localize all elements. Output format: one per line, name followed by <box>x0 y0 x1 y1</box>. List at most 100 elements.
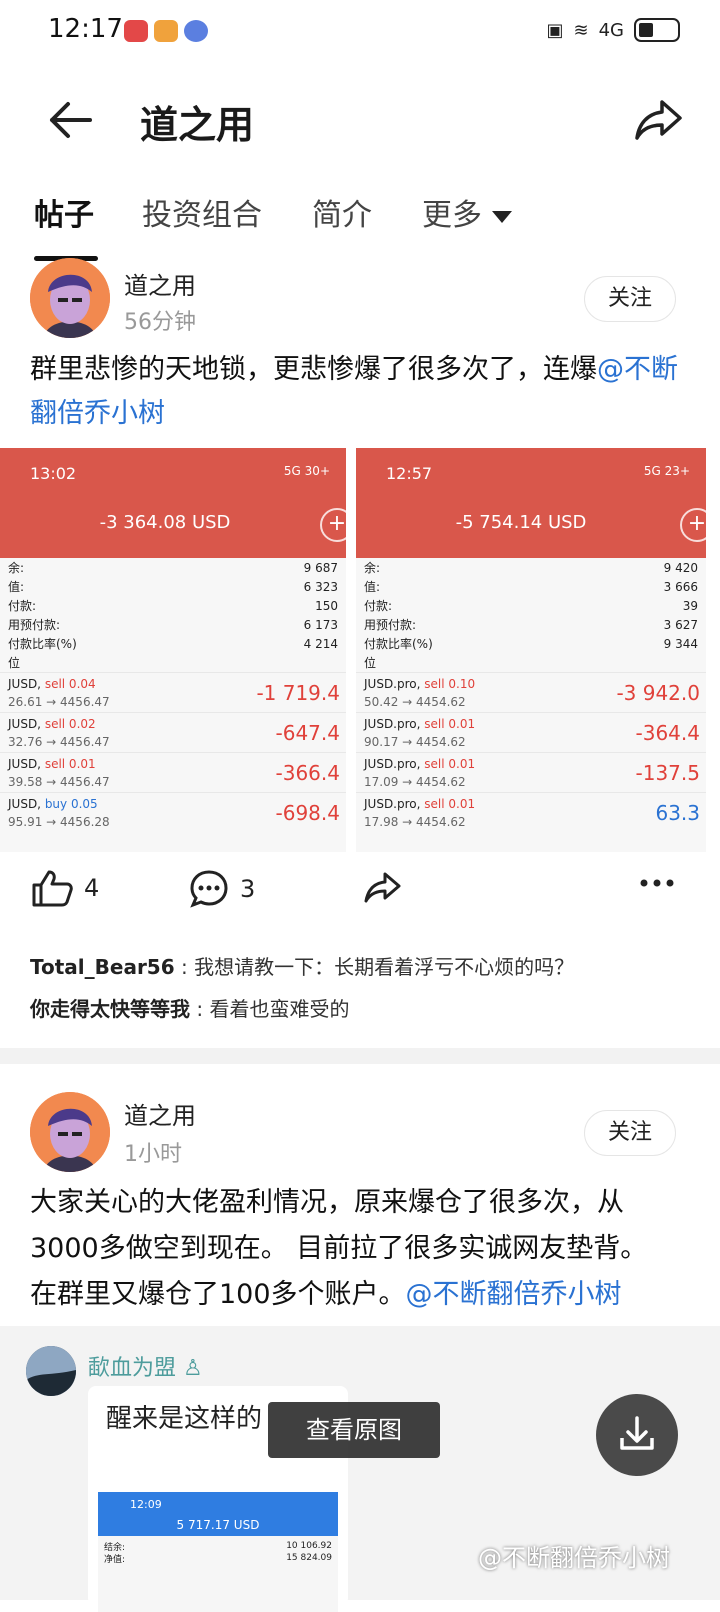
row-label: 值: <box>364 580 381 594</box>
screenshot-amount: -5 754.14 USD <box>455 512 587 533</box>
status-bar: 12:17 ▣ ≋ 4G <box>0 0 720 64</box>
avatar-illustration-icon <box>30 258 110 338</box>
side-text: sell 0.01 <box>44 757 96 771</box>
position-pnl: -698.4 <box>275 801 340 825</box>
symbol-text: JUSD.pro, <box>364 717 425 731</box>
side-text: sell 0.04 <box>44 677 96 691</box>
screenshot-account-rows: 余: 9 687 值: 6 323 付款: 150 用预付款: 6 173 付款比率(%… <box>0 558 346 672</box>
share-button[interactable] <box>630 92 686 148</box>
comment-button[interactable]: 3 <box>188 868 255 910</box>
post-text: 在群里又爆仓了100多个账户。 <box>30 1279 406 1310</box>
position-symbol: JUSD.pro, sell 0.10 <box>364 677 475 691</box>
row-value: 39 <box>682 598 698 613</box>
tab-portfolio[interactable]: 投资组合 <box>142 190 262 234</box>
quoted-phone-screenshot: 12:09 5 717.17 USD 结余: 10 106.92 净值: 15 82… <box>98 1492 338 1612</box>
row-value: 150 <box>315 598 338 613</box>
post-actions: 4 3 <box>0 856 720 916</box>
tab-posts[interactable]: 帖子 <box>34 190 94 234</box>
status-time: 12:17 <box>48 14 123 44</box>
comment-text: 看着也蛮难受的 <box>209 997 350 1021</box>
comment-user[interactable]: 你走得太快等等我 <box>30 997 190 1021</box>
status-app-icons <box>124 20 208 42</box>
position-symbol: JUSD, sell 0.04 <box>8 677 96 691</box>
screenshot-row: 付款比率(%) 4 214 <box>8 634 338 653</box>
symbol-text: JUSD.pro, <box>364 757 425 771</box>
side-text: sell 0.01 <box>424 757 476 771</box>
screenshot-row: 位 <box>8 653 338 672</box>
screenshot-amount: -3 364.08 USD <box>99 512 231 533</box>
screenshot-time: 12:57 <box>386 464 433 483</box>
author-avatar[interactable] <box>30 1092 110 1172</box>
comment-icon <box>190 870 228 908</box>
tab-more-label: 更多 <box>422 198 482 233</box>
position-pnl: -3 942.0 <box>616 681 700 705</box>
download-icon <box>620 1416 654 1450</box>
more-options-button[interactable] <box>640 878 674 888</box>
comment-count: 3 <box>240 875 256 903</box>
quoted-image-caption: 醒来是这样的 <box>106 1404 263 1434</box>
signal-icon: 4G <box>598 19 624 41</box>
music-icon <box>184 20 208 42</box>
position-pnl: 63.3 <box>655 801 700 825</box>
tab-more[interactable]: 更多 <box>422 190 512 234</box>
screenshot-row: 值: 3 666 <box>364 577 698 596</box>
position-symbol: JUSD, buy 0.05 <box>8 797 98 811</box>
download-button[interactable] <box>596 1394 678 1476</box>
row-value: 3 627 <box>663 617 698 632</box>
caret-down-icon <box>492 210 512 223</box>
page-title: 道之用 <box>140 103 255 147</box>
comment-item[interactable]: 你走得太快等等我 : 看着也蛮难受的 <box>30 988 690 1030</box>
comment-preview-list: Total_Bear56 : 我想请教一下：长期看着浮亏不心烦的吗？ 你走得太快… <box>30 946 690 1030</box>
repost-button[interactable] <box>362 868 402 908</box>
post-body[interactable]: 群里悲惨的天地锁，更悲惨爆了很多次了，连爆@不断翻倍乔小树 <box>30 348 700 436</box>
mention-link[interactable]: @不断翻倍乔小树 <box>406 1279 622 1310</box>
side-text: sell 0.01 <box>424 797 476 811</box>
row-label: 位 <box>364 656 377 670</box>
position-range: 50.42 → 4454.62 <box>364 695 466 709</box>
position-row: JUSD.pro, sell 0.01 90.17 → 4454.62 -364.4 <box>356 712 706 752</box>
screenshot-time: 13:02 <box>30 464 77 483</box>
quoted-author-name[interactable]: 歃血为盟 ♙ <box>88 1350 203 1382</box>
position-symbol: JUSD, sell 0.02 <box>8 717 96 731</box>
post-body[interactable]: 大家关心的大佬盈利情况，原来爆仓了很多次，从 3000多做空到现在。 目前拉了很… <box>30 1180 700 1318</box>
nfc-icon: ▣ <box>546 19 564 41</box>
screenshot-row: 付款: 39 <box>364 596 698 615</box>
screenshot-header: 12:57 5G 23+ -5 754.14 USD + <box>356 448 706 558</box>
symbol-text: JUSD, <box>8 757 45 771</box>
quoted-row: 结余: 10 106.92 <box>104 1540 332 1553</box>
row-value: 15 824.09 <box>286 1553 332 1563</box>
quoted-author-avatar[interactable] <box>26 1346 76 1396</box>
symbol-text: JUSD.pro, <box>364 677 425 691</box>
position-pnl: -366.4 <box>275 761 340 785</box>
author-avatar[interactable] <box>30 258 110 338</box>
post-image-1[interactable]: 13:02 5G 30+ -3 364.08 USD + 余: 9 687 值: 6… <box>0 448 350 852</box>
user-badge-icon: ♙ <box>183 1356 203 1381</box>
tab-profile[interactable]: 简介 <box>312 190 372 234</box>
comment-user[interactable]: Total_Bear56 <box>30 955 175 979</box>
avatar-illustration-icon <box>30 1092 110 1172</box>
like-button[interactable]: 4 <box>30 868 99 908</box>
post-author-name[interactable]: 道之用 <box>124 266 196 301</box>
screenshot-row: 余: 9 420 <box>364 558 698 577</box>
position-symbol: JUSD.pro, sell 0.01 <box>364 797 475 811</box>
side-text: sell 0.02 <box>44 717 96 731</box>
position-pnl: -647.4 <box>275 721 340 745</box>
position-row: JUSD.pro, sell 0.01 17.98 → 4454.62 63.3 <box>356 792 706 832</box>
follow-button[interactable]: 关注 <box>584 1110 676 1156</box>
like-count: 4 <box>84 874 100 902</box>
row-label: 付款比率(%) <box>8 637 77 651</box>
share-icon <box>635 100 682 140</box>
post-image-2[interactable]: 12:57 5G 23+ -5 754.14 USD + 余: 9 420 值: 3… <box>356 448 706 852</box>
back-button[interactable] <box>40 90 100 150</box>
post-author-name[interactable]: 道之用 <box>124 1096 196 1131</box>
screenshot-signal: 5G 23+ <box>643 464 690 478</box>
follow-button[interactable]: 关注 <box>584 276 676 322</box>
back-arrow-icon <box>50 102 92 138</box>
view-original-button[interactable]: 查看原图 <box>268 1402 440 1458</box>
screenshot-signal: 5G 30+ <box>283 464 330 478</box>
screenshot-row: 付款比率(%) 9 344 <box>364 634 698 653</box>
symbol-text: JUSD, <box>8 717 45 731</box>
position-range: 95.91 → 4456.28 <box>8 815 110 829</box>
quoted-screenshot-time: 12:09 <box>130 1498 162 1511</box>
comment-item[interactable]: Total_Bear56 : 我想请教一下：长期看着浮亏不心烦的吗？ <box>30 946 690 988</box>
